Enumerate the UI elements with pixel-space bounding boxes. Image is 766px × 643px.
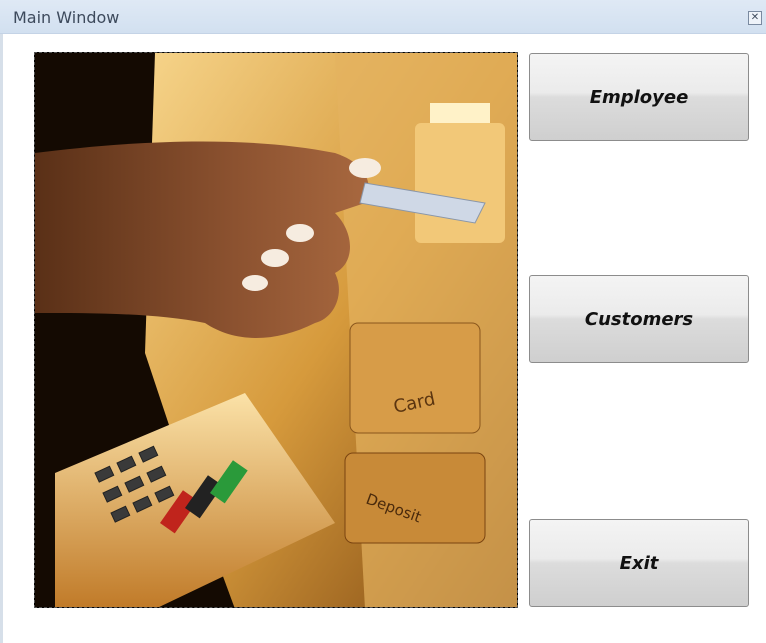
atm-image: Card Deposit bbox=[35, 53, 517, 607]
exit-button[interactable]: Exit bbox=[529, 519, 749, 607]
atm-picture: Card Deposit bbox=[34, 52, 518, 608]
window-title: Main Window bbox=[13, 8, 120, 27]
customers-button[interactable]: Customers bbox=[529, 275, 749, 363]
employee-button[interactable]: Employee bbox=[529, 53, 749, 141]
window-left-border bbox=[0, 34, 3, 643]
close-icon[interactable]: ✕ bbox=[748, 11, 762, 25]
title-bar: Main Window ✕ bbox=[0, 0, 766, 34]
